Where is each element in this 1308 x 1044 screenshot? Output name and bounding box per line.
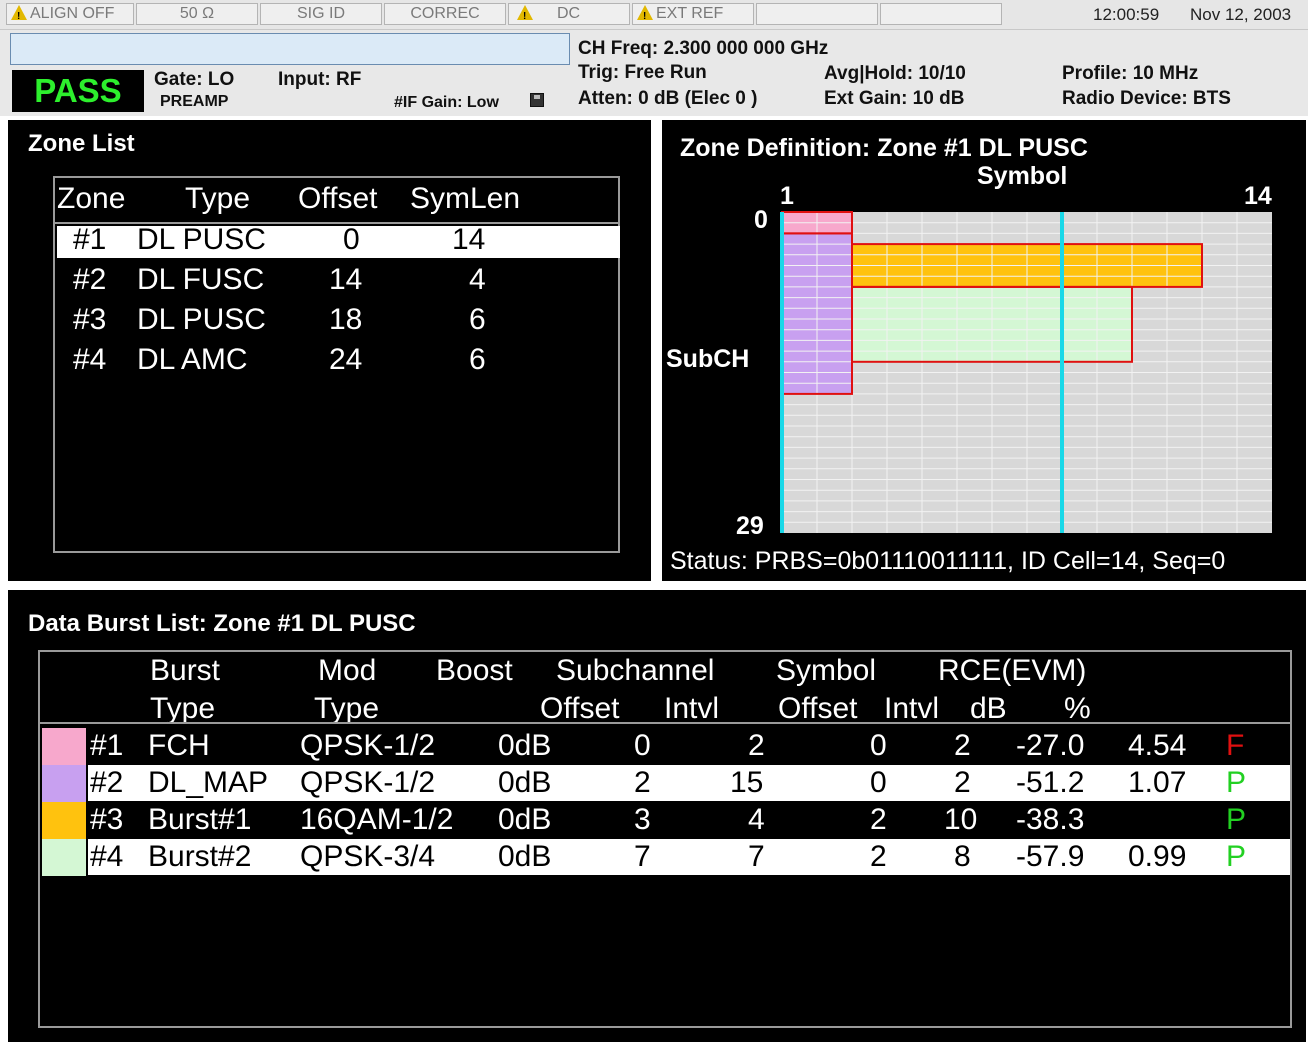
zone-list-title: Zone List <box>28 130 135 157</box>
burst-row[interactable]: #2 DL_MAP QPSK-1/2 0dB 2 15 0 2 -51.2 1.… <box>88 765 1290 801</box>
status-cell-empty-1 <box>756 3 878 25</box>
col-rce-header: RCE(EVM) <box>938 654 1087 687</box>
warning-icon <box>637 5 653 27</box>
symbol-axis-label: Symbol <box>977 162 1067 190</box>
zone-map-chart: Zone Definition: Zone #1 DL PUSC Symbol … <box>666 134 1272 575</box>
pass-indicator: P <box>1226 840 1247 873</box>
col-sym-offset-header: Offset <box>778 692 858 725</box>
col-pct-header: % <box>1064 692 1091 725</box>
col-boost-header: Boost <box>436 654 513 687</box>
gate-label: Gate: LO <box>154 69 235 90</box>
zone-def-title: Zone Definition: Zone #1 DL PUSC <box>680 134 1088 162</box>
col-sub-intvl-header: Intvl <box>664 692 720 725</box>
subch-end-tick: 29 <box>736 512 764 540</box>
col-db-header: dB <box>970 692 1007 725</box>
correc-status[interactable]: CORREC <box>384 3 506 25</box>
zone-list-panel[interactable]: Zone List Zone Type Offset SymLen #1 DL … <box>8 120 651 581</box>
save-icon[interactable] <box>530 93 544 107</box>
status-cell-empty-2 <box>880 3 1002 25</box>
burst-color-swatch <box>42 728 86 765</box>
warning-icon <box>11 5 27 27</box>
col-mod-header: Mod <box>318 654 377 687</box>
ext-gain-label: Ext Gain: 10 dB <box>824 88 965 109</box>
burst-row[interactable]: #1 FCH QPSK-1/2 0dB 0 2 0 2 -27.0 4.54 F <box>88 728 1290 764</box>
symbol-end-tick: 14 <box>1244 182 1272 210</box>
col-symbol-header: Symbol <box>776 654 877 687</box>
zone-row[interactable]: #4 DL AMC 24 6 <box>57 343 620 378</box>
zone-table-header: Zone Type Offset SymLen <box>55 178 618 224</box>
burst-row[interactable]: #4 Burst#2 QPSK-3/4 0dB 7 7 2 8 -57.9 0.… <box>88 839 1290 875</box>
measurement-header: PASS Gate: LO PREAMP Input: RF #IF Gain:… <box>0 30 1308 116</box>
ext-ref-status[interactable]: EXT REF <box>632 3 754 27</box>
header-divider <box>40 722 1290 724</box>
command-input[interactable] <box>10 33 570 65</box>
pass-indicator: P <box>1226 766 1247 799</box>
col-sub-offset-header: Offset <box>540 692 620 725</box>
col-burst-type-header: Type <box>150 692 216 725</box>
pass-indicator: P <box>1226 803 1247 836</box>
burst-color-swatch <box>42 802 86 839</box>
atten-label: Atten: 0 dB (Elec 0 ) <box>578 88 758 109</box>
burst-row[interactable]: #3 Burst#1 16QAM-1/2 0dB 3 4 2 10 -38.3 … <box>88 802 1290 838</box>
if-gain-label: #IF Gain: Low <box>394 94 499 111</box>
col-symlen-header: SymLen <box>410 182 521 215</box>
data-burst-list-panel[interactable]: Data Burst List: Zone #1 DL PUSC Burst M… <box>8 590 1306 1042</box>
align-status[interactable]: ALIGN OFF <box>6 3 134 27</box>
status-date: Nov 12, 2003 <box>1190 5 1292 24</box>
radio-device-label: Radio Device: BTS <box>1062 88 1231 109</box>
fail-indicator: F <box>1226 729 1245 762</box>
subch-start-tick: 0 <box>754 206 768 234</box>
col-sym-intvl-header: Intvl <box>884 692 940 725</box>
dc-status[interactable]: DC <box>508 3 630 27</box>
impedance-status[interactable]: 50 Ω <box>136 3 258 25</box>
zone-table[interactable]: Zone Type Offset SymLen #1 DL PUSC 0 14 … <box>53 176 620 553</box>
symbol-start-tick: 1 <box>780 182 794 210</box>
trig-label: Trig: Free Run <box>578 62 707 83</box>
ch-freq-label: CH Freq: 2.300 000 000 GHz <box>578 38 829 59</box>
col-type-header: Type <box>185 182 251 215</box>
burst-table[interactable]: Burst Mod Boost Subchannel Symbol RCE(EV… <box>38 650 1292 1028</box>
avg-hold-label: Avg|Hold: 10/10 <box>824 63 966 84</box>
col-burst-header: Burst <box>150 654 221 687</box>
status-time: 12:00:59 <box>1093 5 1160 24</box>
col-subchannel-header: Subchannel <box>556 654 715 687</box>
warning-icon <box>517 5 533 27</box>
burst-color-swatch <box>42 839 86 876</box>
zone-row[interactable]: #1 DL PUSC 0 14 <box>57 223 620 258</box>
burst-color-swatch <box>42 765 86 802</box>
sig-id-status[interactable]: SIG ID <box>260 3 382 25</box>
zone-row[interactable]: #2 DL FUSC 14 4 <box>57 263 620 298</box>
profile-label: Profile: 10 MHz <box>1062 63 1199 84</box>
zone-definition-panel[interactable]: Zone Definition: Zone #1 DL PUSC Symbol … <box>662 120 1306 581</box>
col-offset-header: Offset <box>298 182 378 215</box>
status-bar: ALIGN OFF 50 Ω SIG ID CORREC DC EXT REF … <box>0 0 1308 30</box>
burst-list-title: Data Burst List: Zone #1 DL PUSC <box>28 610 416 637</box>
zone-status-text: Status: PRBS=0b01110011111, ID Cell=14, … <box>670 547 1225 575</box>
col-zone-header: Zone <box>57 182 126 215</box>
col-mod-type-header: Type <box>314 692 380 725</box>
pass-badge: PASS <box>12 70 144 112</box>
preamp-label: PREAMP <box>160 93 229 110</box>
input-label: Input: RF <box>278 69 362 90</box>
subch-axis-label: SubCH <box>666 345 749 373</box>
zone-row[interactable]: #3 DL PUSC 18 6 <box>57 303 620 338</box>
zone-map-grid <box>780 211 1272 533</box>
